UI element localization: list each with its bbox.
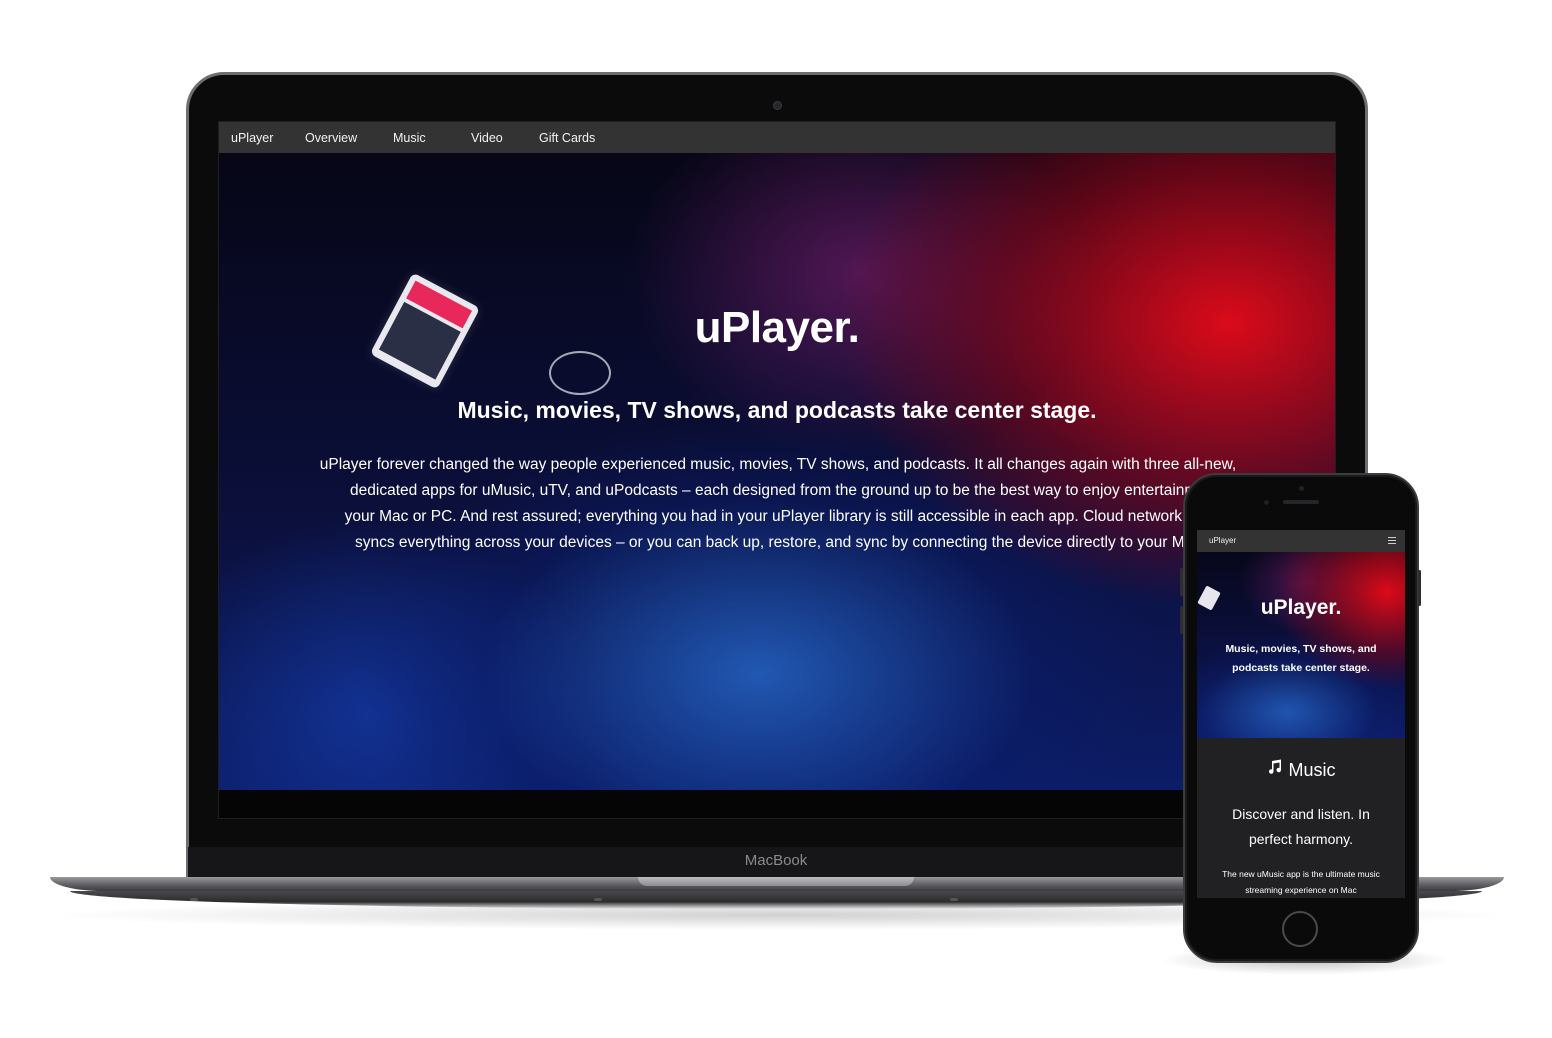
- phone-front-camera-icon: [1299, 486, 1304, 491]
- phone-music-heading: Music: [1197, 758, 1405, 781]
- laptop-screen: uPlayer Overview Music Video Gift Cards …: [218, 121, 1336, 819]
- laptop-navbar: uPlayer Overview Music Video Gift Cards: [219, 122, 1335, 153]
- phone-screen: uPlayer uPlayer. Music, movies, TV shows…: [1197, 530, 1405, 898]
- phone-music-tagline: Discover and listen. In perfect harmony.: [1232, 806, 1370, 847]
- phone-home-button[interactable]: [1282, 911, 1318, 947]
- phone-power-button: [1418, 570, 1421, 606]
- phone-navbar: uPlayer: [1197, 530, 1405, 552]
- phone-hero-subtitle: Music, movies, TV shows, and podcasts ta…: [1225, 643, 1377, 674]
- laptop-foot: [594, 898, 602, 901]
- laptop-camera-icon: [773, 101, 782, 110]
- nav-item-video[interactable]: Video: [471, 131, 503, 145]
- hero-photo-earring: [549, 351, 611, 395]
- phone-hero-title: uPlayer.: [1260, 596, 1342, 619]
- phone-hero-section: uPlayer. Music, movies, TV shows, and po…: [1197, 552, 1405, 738]
- nav-item-overview[interactable]: Overview: [305, 131, 357, 145]
- hamburger-menu-icon[interactable]: [1388, 537, 1396, 544]
- hero-subtitle: Music, movies, TV shows, and podcasts ta…: [457, 397, 1097, 423]
- phone-volume-button: [1180, 606, 1183, 634]
- phone-music-heading-text: Music: [1288, 760, 1336, 780]
- phone-nav-brand[interactable]: uPlayer: [1209, 536, 1236, 545]
- nav-item-music[interactable]: Music: [393, 131, 426, 145]
- laptop-foot: [190, 898, 198, 901]
- laptop-lid-notch: [638, 877, 914, 886]
- phone-music-description: The new uMusic app is the ultimate music…: [1222, 869, 1380, 895]
- device-mockup-stage: uPlayer Overview Music Video Gift Cards …: [0, 0, 1552, 1038]
- phone-speaker: [1283, 500, 1319, 504]
- hero-title: uPlayer.: [694, 303, 860, 352]
- phone-sensor-icon: [1264, 500, 1269, 505]
- hero-body-line: dedicated apps for uMusic, uTV, and uPod…: [350, 482, 1206, 499]
- hero-body-line: your Mac or PC. And rest assured; everyt…: [344, 508, 1212, 525]
- nav-item-gift-cards[interactable]: Gift Cards: [539, 131, 595, 145]
- nav-brand-uplayer[interactable]: uPlayer: [231, 131, 273, 145]
- hero-body-line: uPlayer forever changed the way people e…: [319, 456, 1237, 473]
- music-note-icon: [1266, 758, 1284, 781]
- hero-section: uPlayer. Music, movies, TV shows, and po…: [219, 153, 1335, 790]
- phone-volume-button: [1180, 568, 1183, 596]
- laptop-foot: [950, 898, 958, 901]
- hero-body-line: syncs everything across your devices – o…: [354, 534, 1202, 551]
- hero-body-text: uPlayer forever changed the way people e…: [315, 452, 1241, 556]
